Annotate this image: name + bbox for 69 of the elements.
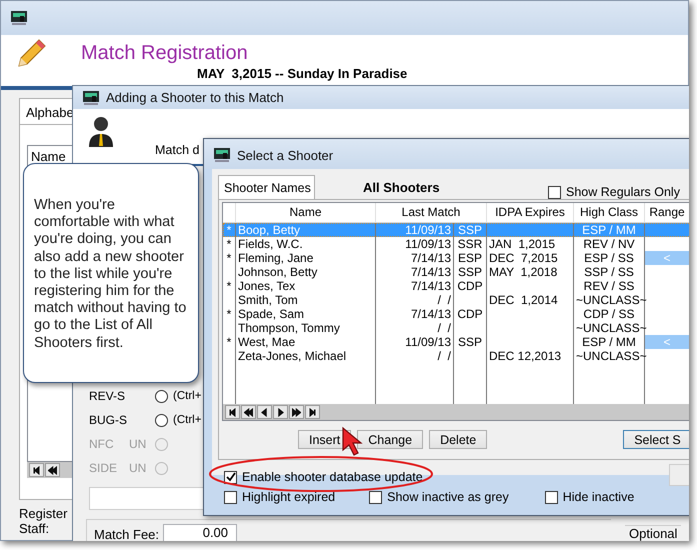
next-page-button[interactable] <box>289 405 304 419</box>
pencil-icon <box>17 38 47 68</box>
bar-left-triangle-icon <box>32 466 41 474</box>
app-icon <box>10 10 28 26</box>
previous-button[interactable] <box>257 405 272 419</box>
cursor-arrow-icon <box>341 426 363 456</box>
match-fee-field[interactable]: 0.00 <box>163 524 238 541</box>
checkbox[interactable] <box>224 470 237 484</box>
app-icon <box>82 90 100 106</box>
action-button[interactable]: Delete <box>429 430 488 449</box>
checkbox[interactable] <box>548 186 561 198</box>
staff-label: Staff: <box>19 521 50 536</box>
right-triangle-bar-icon <box>308 408 317 416</box>
radio-button[interactable] <box>155 390 168 402</box>
radio-button[interactable] <box>155 414 168 426</box>
first-button[interactable] <box>29 463 44 477</box>
column-header[interactable]: Range <box>645 203 689 222</box>
column-header[interactable]: Name <box>236 203 376 222</box>
division-label: SIDE <box>89 461 118 475</box>
table-row[interactable]: * Spade, Sam 7/14/13 CDP CDP / SS <box>223 307 689 321</box>
action-button[interactable]: Change <box>357 430 424 449</box>
previous-page-button[interactable] <box>241 405 256 419</box>
checkbox[interactable] <box>369 490 382 504</box>
double-left-triangle-icon <box>244 408 253 416</box>
checkbox-label[interactable]: Hide inactive <box>562 490 634 504</box>
shortcut-label: (Ctrl+ <box>173 414 202 426</box>
page-title: Match Registration <box>81 42 248 65</box>
person-icon <box>88 115 114 147</box>
callout-note: When you're comfortable with what you're doing, you can also add a new shooter to the list while you're registering him for the match without having to go to the List of All Shooters first. <box>23 163 199 383</box>
right-triangle-icon <box>276 408 285 416</box>
match-date-title: MAY 3,2015 -- Sunday In Paradise <box>197 66 408 81</box>
tab[interactable]: Shooter Names <box>218 175 315 199</box>
class-label: UN <box>129 437 146 451</box>
action-button[interactable]: Select S <box>623 430 689 449</box>
first-button[interactable] <box>225 405 240 419</box>
bar-left-triangle-icon <box>228 408 237 416</box>
table-row[interactable]: * Fleming, Jane 7/14/13 ESP DEC 7,2015 ESP / SS < <box>223 251 689 265</box>
division-label: NFC <box>89 437 115 451</box>
double-left-triangle-icon <box>48 466 57 474</box>
table-row[interactable]: Smith, Tom / / DEC 1,2014 ~UNCLASS~ <box>223 293 689 307</box>
next-button[interactable] <box>273 405 288 419</box>
checkbox-label[interactable]: Highlight expired <box>242 490 336 504</box>
table-row[interactable]: Johnson, Betty 7/14/13 SSP MAY 1,2018 SSP / SS <box>223 265 689 279</box>
column-header[interactable]: High Class <box>574 203 645 222</box>
optional-group-label: Optional <box>625 525 682 541</box>
column-header[interactable]: Last Match <box>376 203 487 222</box>
checkbox-label[interactable]: Show inactive as grey <box>387 490 509 504</box>
table-row[interactable]: * Jones, Tex 7/14/13 CDP REV / SS <box>223 279 689 293</box>
table-row[interactable]: Zeta-Jones, Michael / / DEC 12,2013 ~UNCLASS~ <box>223 349 689 363</box>
division-label: REV-S <box>89 389 126 403</box>
checkbox[interactable] <box>544 490 558 504</box>
left-triangle-icon <box>260 408 269 416</box>
checkbox[interactable] <box>224 490 237 504</box>
last-button[interactable] <box>305 405 320 419</box>
column-header[interactable]: IDPA Expires <box>487 203 574 222</box>
list-heading: All Shooters <box>363 180 441 194</box>
match-label: Match d <box>155 143 200 159</box>
previous-page-button[interactable] <box>45 463 60 477</box>
register-label: Register <box>19 506 68 521</box>
division-label: BUG-S <box>89 413 128 427</box>
table-row[interactable]: * West, Mae 11/09/13 SSP ESP / MM < <box>223 335 689 349</box>
app-icon <box>213 147 231 163</box>
class-label: UN <box>129 461 146 475</box>
window-title: Select a Shooter <box>237 148 334 162</box>
double-right-triangle-icon <box>292 408 301 416</box>
shortcut-label: (Ctrl+ <box>173 390 202 402</box>
window-title: Adding a Shooter to this Match <box>106 90 284 105</box>
checkbox-label[interactable]: Show Regulars Only <box>566 185 680 199</box>
match-fee-label: Match Fee: <box>94 526 160 541</box>
